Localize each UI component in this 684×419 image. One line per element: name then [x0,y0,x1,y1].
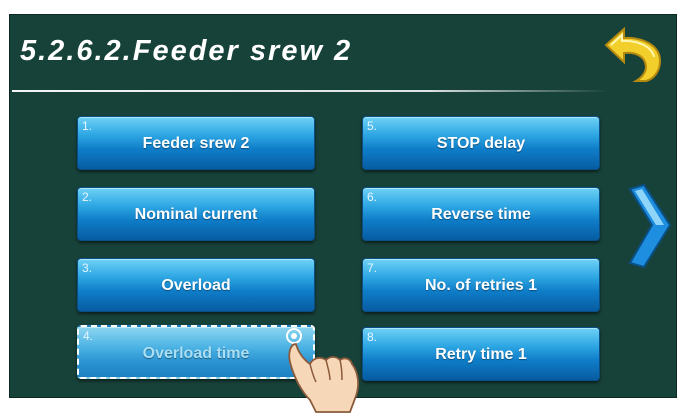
menu-button-label: No. of retries 1 [424,277,538,294]
menu-button-label: Retry time 1 [435,346,527,363]
menu-button-label: STOP delay [436,135,526,152]
menu-number: 5. [367,119,378,133]
pointing-hand-icon [286,328,359,413]
title-underline [12,90,608,92]
menu-number: 6. [367,190,378,204]
menu-button-label: Reverse time [431,206,531,223]
menu-number: 7. [367,261,378,275]
page-title: 5.2.6.2.Feeder srew 2 [20,35,353,67]
menu-button-no-of-retries-1[interactable]: 7. No. of retries 1 [362,258,600,312]
menu-button-nominal-current[interactable]: 2. Nominal current [77,187,315,241]
menu-button-label: Nominal current [134,206,258,223]
menu-button-label: Overload time [142,345,250,362]
menu-button-label: Overload [161,277,231,294]
menu-button-label: Feeder srew 2 [142,135,250,152]
menu-number: 2. [82,190,93,204]
menu-button-reverse-time[interactable]: 6. Reverse time [362,187,600,241]
chevron-right-icon[interactable] [626,183,672,269]
menu-number: 1. [82,119,93,133]
menu-button-feeder-srew-2[interactable]: 1. Feeder srew 2 [77,116,315,170]
menu-button-retry-time-1[interactable]: 8. Retry time 1 [362,327,600,381]
back-arrow-icon[interactable] [602,25,664,83]
menu-number: 3. [82,261,93,275]
menu-number: 4. [83,329,94,343]
menu-button-stop-delay[interactable]: 5. STOP delay [362,116,600,170]
menu-button-overload[interactable]: 3. Overload [77,258,315,312]
